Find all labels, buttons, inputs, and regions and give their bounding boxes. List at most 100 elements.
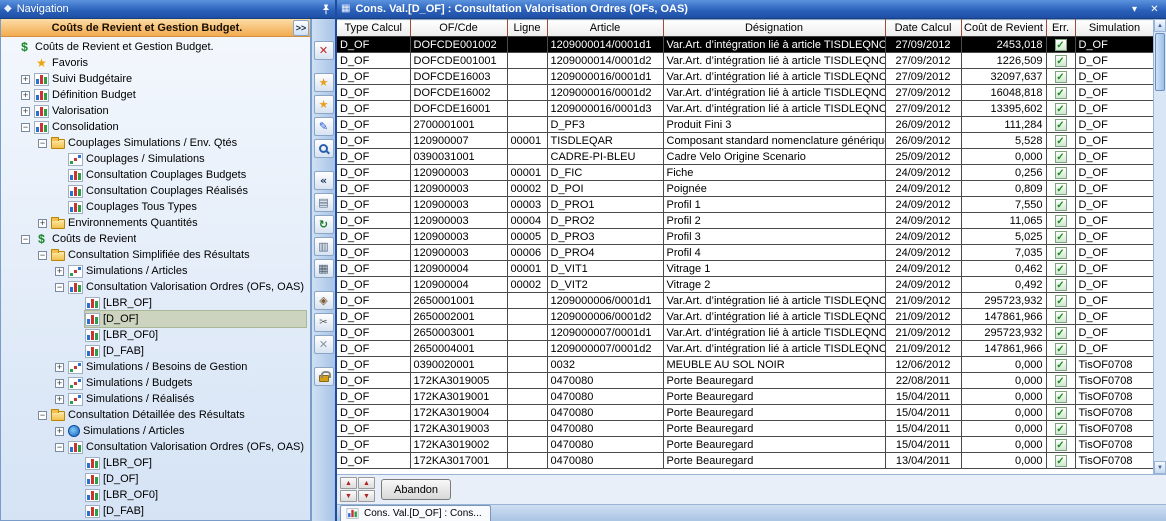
tree-expander-minus-icon[interactable]: − <box>21 235 30 244</box>
table-row[interactable]: D_OF12090000300002D_POIPoignée24/09/2012… <box>337 181 1153 197</box>
tree-item-couplages-simulations-env-qt-s[interactable]: −Couplages Simulations / Env. Qtés <box>1 135 310 151</box>
vertical-scrollbar[interactable]: ▲ ▼ <box>1153 19 1166 474</box>
toolbar-edit-button[interactable]: ✎ <box>314 117 334 136</box>
tree-item-d-of[interactable]: [D_OF] <box>1 311 310 327</box>
tree-expander-plus-icon[interactable]: + <box>21 107 30 116</box>
tree-expander-plus-icon[interactable]: + <box>55 267 64 276</box>
tree-expander-minus-icon[interactable]: − <box>38 139 47 148</box>
tree-item-consultation-d-taill-e-des-r-sultats[interactable]: −Consultation Détaillée des Résultats <box>1 407 310 423</box>
table-row[interactable]: D_OF12090000400002D_VIT2Vitrage 224/09/2… <box>337 277 1153 293</box>
table-row[interactable]: D_OF12090000700001TISDLEQARComposant sta… <box>337 133 1153 149</box>
scroll-up-button[interactable]: ▲ <box>1154 19 1166 32</box>
record-nav-first-button[interactable]: ▲ <box>340 477 357 489</box>
column-header-type-calcul[interactable]: Type Calcul <box>337 20 410 37</box>
column-header-article[interactable]: Article <box>547 20 663 37</box>
tree-expander-minus-icon[interactable]: − <box>38 251 47 260</box>
table-row[interactable]: D_OF03900200010032MEUBLE AU SOL NOIR12/0… <box>337 357 1153 373</box>
tree-expander-plus-icon[interactable]: + <box>55 395 64 404</box>
table-row[interactable]: D_OFDOFCDE160031209000016/0001d1Var.Art.… <box>337 69 1153 85</box>
tree-item-simulations-articles[interactable]: +Simulations / Articles <box>1 263 310 279</box>
toolbar-print-button[interactable]: ▦ <box>314 259 334 278</box>
tree-item-simulations-besoins-de-gestion[interactable]: +Simulations / Besoins de Gestion <box>1 359 310 375</box>
record-nav-next-button[interactable]: ▼ <box>340 490 357 502</box>
table-row[interactable]: D_OF26500040011209000007/0001d2Var.Art. … <box>337 341 1153 357</box>
column-header-ligne[interactable]: Ligne <box>507 20 547 37</box>
tree-expander-plus-icon[interactable]: + <box>55 427 64 436</box>
tree-item-simulations-r-alis-s[interactable]: +Simulations / Réalisés <box>1 391 310 407</box>
toolbar-tools-button[interactable]: ✂ <box>314 313 334 332</box>
table-row[interactable]: D_OF12090000400001D_VIT1Vitrage 124/09/2… <box>337 261 1153 277</box>
tree-item-co-ts-de-revient[interactable]: −$Coûts de Revient <box>1 231 310 247</box>
column-header-err[interactable]: Err. <box>1046 20 1075 37</box>
tree-item-valorisation[interactable]: +Valorisation <box>1 103 310 119</box>
toolbar-star-button[interactable]: ★ <box>314 95 334 114</box>
panel-header-chevron-button[interactable]: >> <box>293 20 309 36</box>
tree-item-d-of[interactable]: [D_OF] <box>1 471 310 487</box>
tree-item-consultation-valorisation-ordres-ofs-oas[interactable]: −Consultation Valorisation Ordres (OFs, … <box>1 279 310 295</box>
table-row[interactable]: D_OF12090000300004D_PRO2Profil 224/09/20… <box>337 213 1153 229</box>
toolbar-copy-button[interactable]: ▥ <box>314 237 334 256</box>
tree-item-lbr-of0[interactable]: [LBR_OF0] <box>1 487 310 503</box>
tree-item-d-fab[interactable]: [D_FAB] <box>1 503 310 519</box>
toolbar-refresh-button[interactable]: ↻ <box>314 215 334 234</box>
table-row[interactable]: D_OF12090000300005D_PRO3Profil 324/09/20… <box>337 229 1153 245</box>
tree-item-favoris[interactable]: ★Favoris <box>1 55 310 71</box>
scroll-down-button[interactable]: ▼ <box>1154 461 1166 474</box>
tree-item-couplages-tous-types[interactable]: Couplages Tous Types <box>1 199 310 215</box>
table-row[interactable]: D_OFDOFCDE0010011209000014/0001d2Var.Art… <box>337 53 1153 69</box>
tree-item-consolidation[interactable]: −Consolidation <box>1 119 310 135</box>
tree-item-lbr-of0[interactable]: [LBR_OF0] <box>1 327 310 343</box>
table-row[interactable]: D_OF172KA30190050470080Porte Beauregard2… <box>337 373 1153 389</box>
tree-item-suivi-budg-taire[interactable]: +Suivi Budgétaire <box>1 71 310 87</box>
table-row[interactable]: D_OF2700001001D_PF3Produit Fini 326/09/2… <box>337 117 1153 133</box>
tree-expander-minus-icon[interactable]: − <box>55 283 64 292</box>
column-header-of-cde[interactable]: OF/Cde <box>410 20 507 37</box>
tree-expander-plus-icon[interactable]: + <box>55 379 64 388</box>
tab-cons-val-d-of[interactable]: Cons. Val.[D_OF] : Cons... <box>340 505 491 521</box>
tree-item-consultation-couplages-budgets[interactable]: Consultation Couplages Budgets <box>1 167 310 183</box>
scrollbar-track[interactable] <box>1154 92 1166 461</box>
table-row[interactable]: D_OF172KA30190010470080Porte Beauregard1… <box>337 389 1153 405</box>
tree-expander-minus-icon[interactable]: − <box>21 123 30 132</box>
tree-item-simulations-budgets[interactable]: +Simulations / Budgets <box>1 375 310 391</box>
tree-expander-plus-icon[interactable]: + <box>21 75 30 84</box>
tree-expander-minus-icon[interactable]: − <box>38 411 47 420</box>
record-nav-prev-button[interactable]: ▲ <box>358 477 375 489</box>
table-row[interactable]: D_OF172KA30190030470080Porte Beauregard1… <box>337 421 1153 437</box>
table-row[interactable]: D_OF0390031001CADRE-PI-BLEUCadre Velo Or… <box>337 149 1153 165</box>
record-nav-last-button[interactable]: ▼ <box>358 490 375 502</box>
tree-item-lbr-of[interactable]: [LBR_OF] <box>1 455 310 471</box>
tree-expander-plus-icon[interactable]: + <box>38 219 47 228</box>
table-row[interactable]: D_OF26500020011209000006/0001d2Var.Art. … <box>337 309 1153 325</box>
table-row[interactable]: D_OF172KA30170010470080Porte Beauregard1… <box>337 453 1153 469</box>
toolbar-lock-button[interactable] <box>314 367 334 386</box>
column-header-co-t-de-revient[interactable]: Coût de Revient <box>961 20 1046 37</box>
window-menu-button[interactable]: ▾ <box>1127 4 1142 15</box>
table-row[interactable]: D_OF26500030011209000007/0001d1Var.Art. … <box>337 325 1153 341</box>
column-header-simulation[interactable]: Simulation <box>1075 20 1153 37</box>
tree-expander-plus-icon[interactable]: + <box>21 91 30 100</box>
tree-item-d-finition-budget[interactable]: +Définition Budget <box>1 87 310 103</box>
tree-expander-plus-icon[interactable]: + <box>55 363 64 372</box>
table-row[interactable]: D_OF12090000300006D_PRO4Profil 424/09/20… <box>337 245 1153 261</box>
toolbar-collapse-button[interactable]: « <box>314 171 334 190</box>
table-row[interactable]: D_OF172KA30190040470080Porte Beauregard1… <box>337 405 1153 421</box>
tree-item-consultation-couplages-r-alis-s[interactable]: Consultation Couplages Réalisés <box>1 183 310 199</box>
tree-item-simulations-articles[interactable]: +Simulations / Articles <box>1 423 310 439</box>
tree-item-consultation-valorisation-ordres-ofs-oas[interactable]: −Consultation Valorisation Ordres (OFs, … <box>1 439 310 455</box>
table-row[interactable]: D_OF26500010011209000006/0001d1Var.Art. … <box>337 293 1153 309</box>
tree-item-co-ts-de-revient-et-gestion-budget[interactable]: $Coûts de Revient et Gestion Budget. <box>1 39 310 55</box>
pin-icon[interactable] <box>321 4 331 15</box>
abandon-button[interactable]: Abandon <box>381 479 451 500</box>
toolbar-close-button[interactable]: ✕ <box>314 41 334 60</box>
tree-item-lbr-of[interactable]: [LBR_OF] <box>1 295 310 311</box>
tree-item-d-fab[interactable]: [D_FAB] <box>1 343 310 359</box>
column-header-date-calcul[interactable]: Date Calcul <box>885 20 961 37</box>
toolbar-star-add-button[interactable]: ★ <box>314 73 334 92</box>
tree-item-consultation-simplifi-e-des-r-sultats[interactable]: −Consultation Simplifiée des Résultats <box>1 247 310 263</box>
toolbar-search-button[interactable] <box>314 139 334 158</box>
tree-expander-minus-icon[interactable]: − <box>55 443 64 452</box>
tree-item-environnements-quantit-s[interactable]: +Environnements Quantités <box>1 215 310 231</box>
window-close-button[interactable]: ✕ <box>1147 4 1162 15</box>
table-row[interactable]: D_OFDOFCDE160011209000016/0001d3Var.Art.… <box>337 101 1153 117</box>
